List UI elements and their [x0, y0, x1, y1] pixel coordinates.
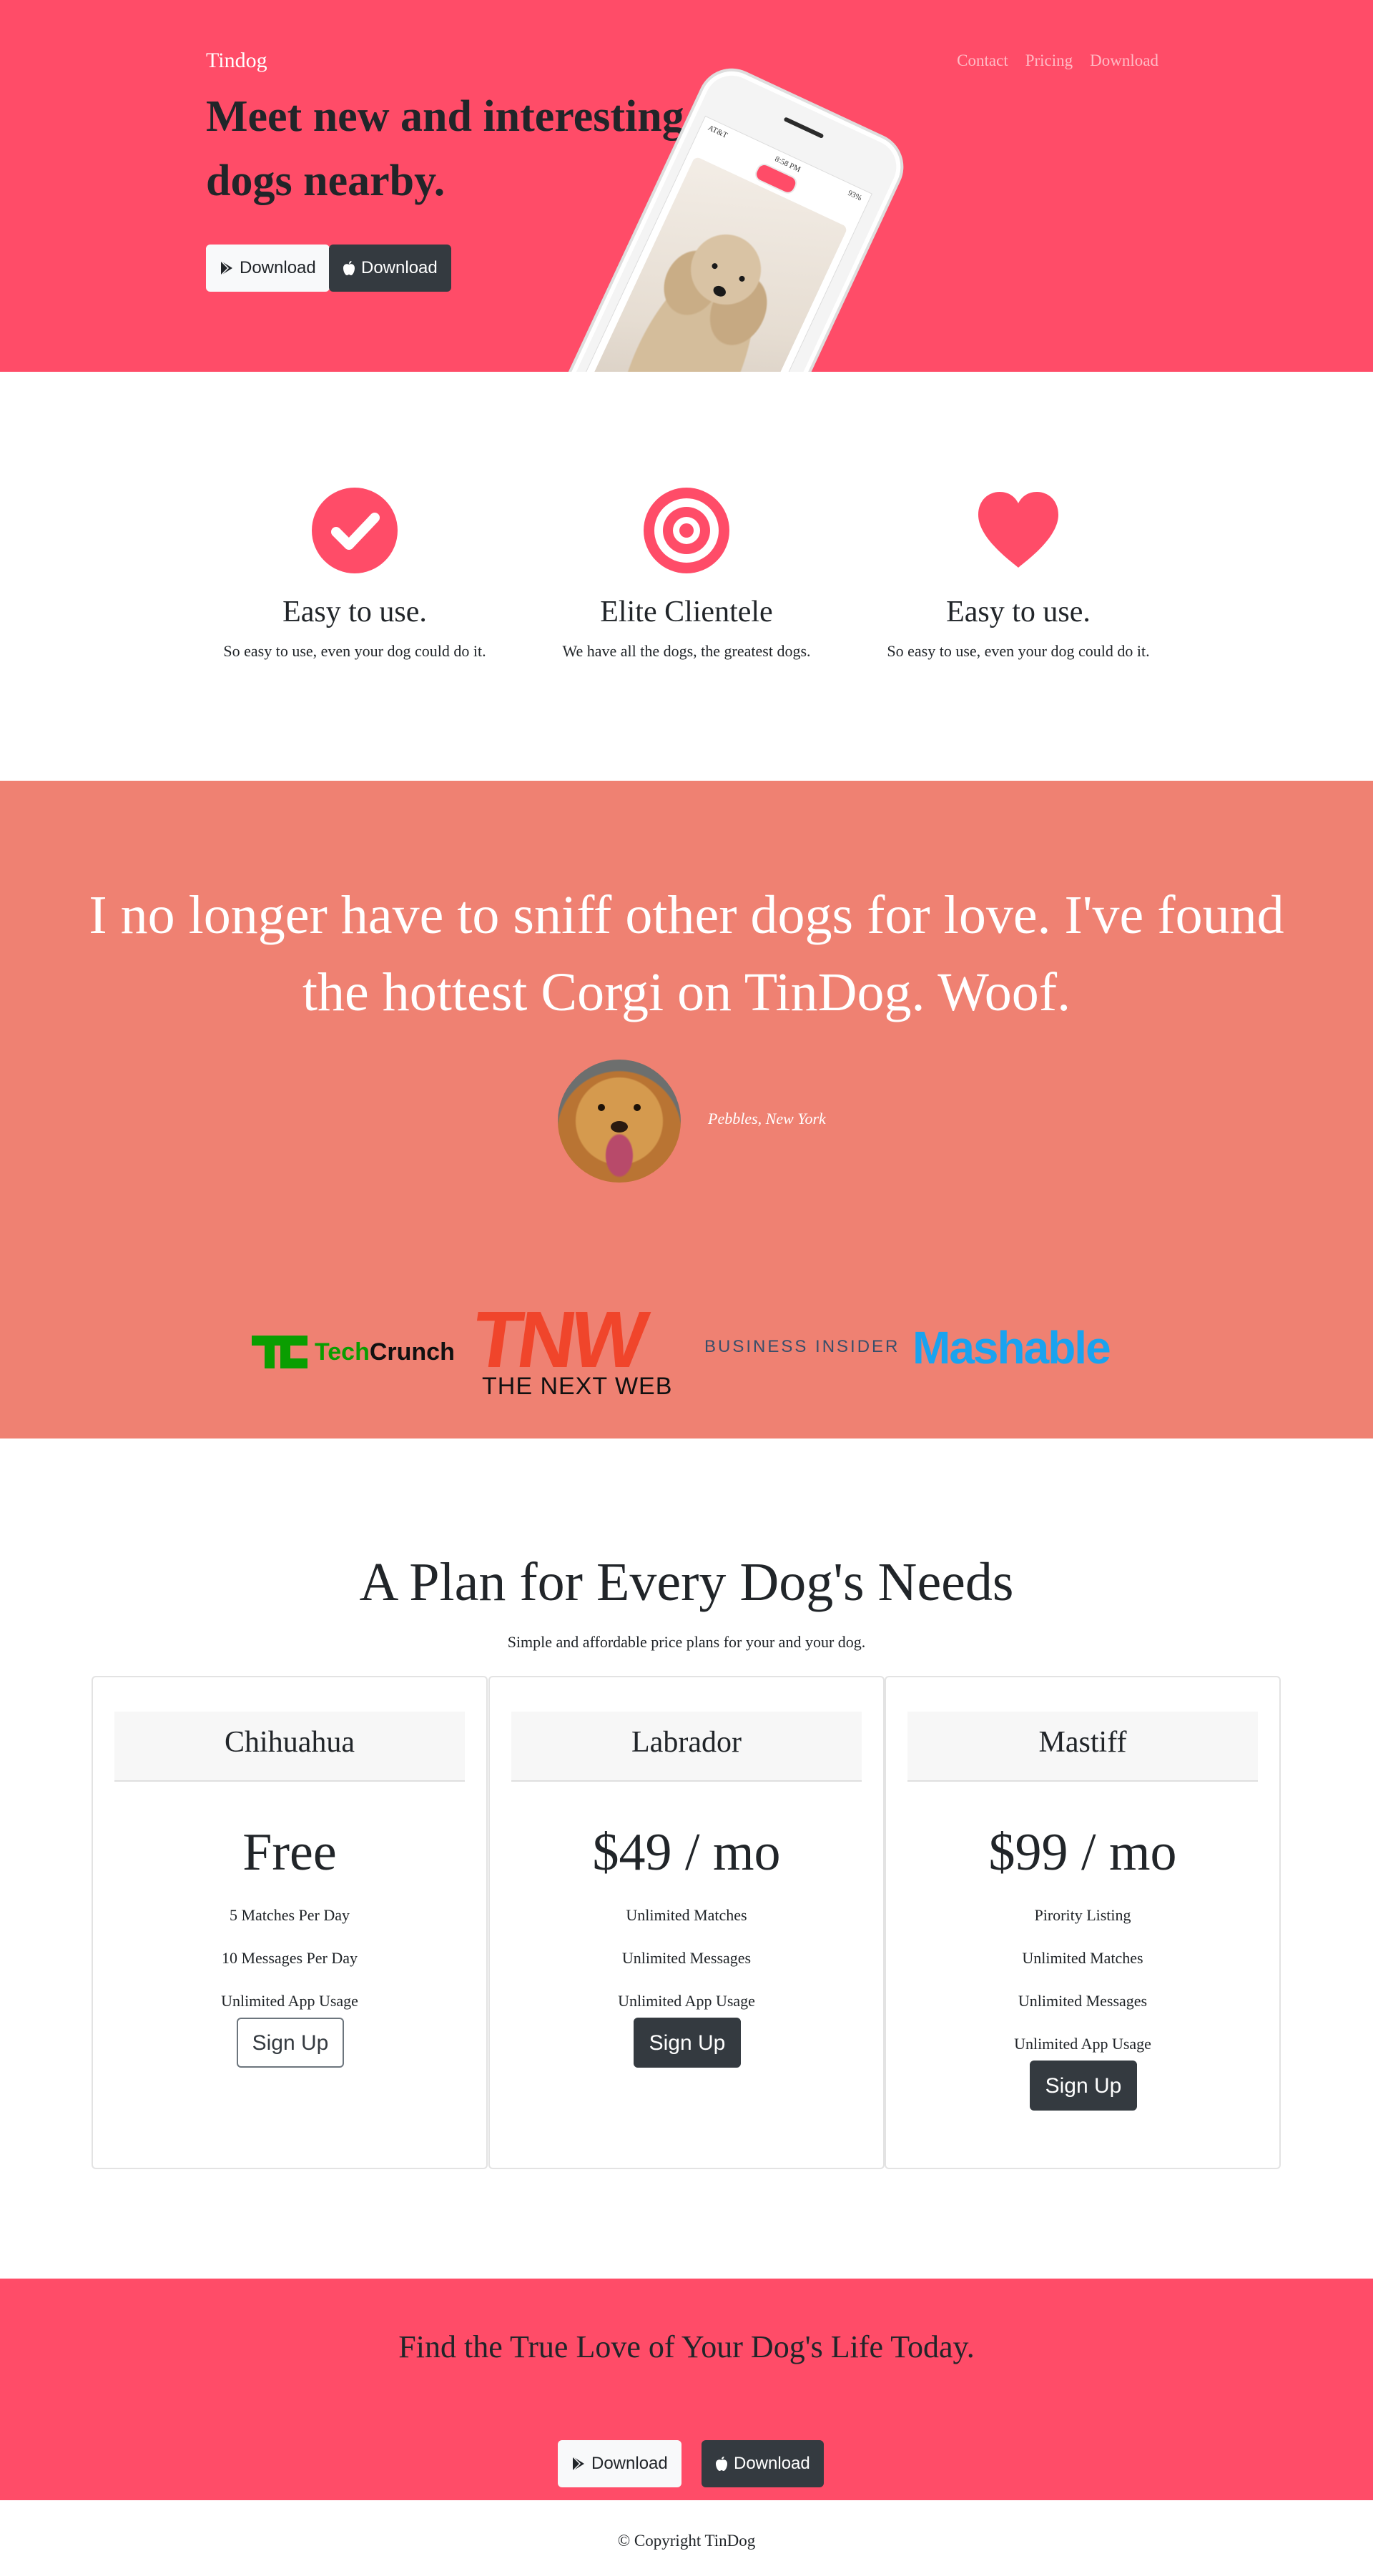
hero-section: Tindog Contact Pricing Download Meet new… — [0, 0, 1373, 372]
mashable-text: Mashable — [912, 1322, 1111, 1373]
plan-feature: Unlimited Matches — [626, 1906, 747, 1924]
cta-section: Find the True Love of Your Dog's Life To… — [0, 2279, 1373, 2500]
tnw-logo: TNW THE NEXT WEB — [467, 1295, 672, 1401]
pricing-card-chihuahua: Chihuahua Free 5 Matches Per Day 10 Mess… — [92, 1676, 488, 2169]
tnw-mark: TNW — [467, 1295, 649, 1384]
cta-heading: Find the True Love of Your Dog's Life To… — [398, 2329, 975, 2364]
business-insider-text: BUSINESS INSIDER — [704, 1337, 900, 1356]
feature-title: Easy to use. — [946, 596, 1091, 628]
testimonials-section: I no longer have to sniff other dogs for… — [0, 781, 1373, 1438]
feature-text: We have all the dogs, the greatest dogs. — [562, 642, 811, 660]
google-play-icon — [572, 2456, 584, 2472]
plan-price: $49 / mo — [592, 1823, 781, 1882]
copyright-text: © Copyright TinDog — [617, 2532, 756, 2550]
plan-feature: Unlimited Messages — [1018, 1992, 1148, 2010]
mastiff-sign-up-button[interactable]: Sign Up — [1030, 2061, 1137, 2111]
pricing-section: A Plan for Every Dog's Needs Simple and … — [0, 1438, 1373, 2279]
avatar-eye-left — [598, 1104, 605, 1111]
avatar-nose — [611, 1121, 628, 1132]
top-nav: Contact Pricing Download — [957, 51, 1158, 70]
dog-nose — [712, 284, 728, 299]
plan-price: Free — [242, 1823, 337, 1882]
plan-name: Labrador — [511, 1712, 862, 1782]
techcrunch-suffix: Crunch — [369, 1338, 455, 1366]
google-play-icon — [220, 260, 232, 276]
google-play-download-label: Download — [240, 258, 316, 277]
cta-google-play-download-button[interactable]: Download — [558, 2440, 681, 2487]
plan-features: 5 Matches Per Day 10 Messages Per Day Un… — [93, 1905, 486, 2033]
plan-name: Mastiff — [907, 1712, 1258, 1782]
nav-pricing[interactable]: Pricing — [1025, 51, 1073, 70]
mashable-logo: Mashable — [912, 1321, 1111, 1374]
testimonial-quote: I no longer have to sniff other dogs for… — [89, 885, 1284, 1022]
app-store-download-label: Download — [361, 258, 438, 277]
phone-carrier: AT&T — [707, 123, 729, 140]
pricing-card-mastiff: Mastiff $99 / mo Pirority Listing Unlimi… — [885, 1676, 1281, 2169]
google-play-download-button[interactable]: Download — [206, 245, 330, 292]
feature-text: So easy to use, even your dog could do i… — [887, 642, 1150, 660]
feature-title: Elite Clientele — [600, 596, 773, 628]
techcrunch-mark-icon — [252, 1336, 307, 1368]
feature-text: So easy to use, even your dog could do i… — [223, 642, 486, 660]
techcrunch-logo: Tech Crunch — [252, 1336, 455, 1368]
plan-feature: Pirority Listing — [1034, 1906, 1131, 1924]
cta-google-play-download-label: Download — [591, 2454, 668, 2473]
plan-features: Pirority Listing Unlimited Matches Unlim… — [886, 1905, 1279, 2076]
labrador-sign-up-button[interactable]: Sign Up — [634, 2018, 741, 2068]
dog-avatar-image — [558, 1060, 681, 1183]
chihuahua-sign-up-button[interactable]: Sign Up — [237, 2018, 344, 2068]
nav-contact[interactable]: Contact — [957, 51, 1008, 70]
phone-battery: 93% — [846, 189, 864, 203]
app-store-download-button[interactable]: Download — [329, 245, 451, 292]
cta-app-store-download-button[interactable]: Download — [702, 2440, 824, 2487]
features-section: Easy to use. So easy to use, even your d… — [0, 372, 1373, 781]
check-circle-icon — [312, 488, 398, 573]
apple-icon — [343, 261, 355, 275]
plan-feature: Unlimited Messages — [621, 1949, 752, 1967]
avatar-eye-right — [634, 1104, 641, 1111]
plan-feature: 10 Messages Per Day — [221, 1949, 358, 1967]
hero-heading: Meet new and interesting dogs nearby. — [206, 92, 684, 205]
nav-download[interactable]: Download — [1090, 51, 1158, 70]
business-insider-logo: BUSINESS INSIDER — [704, 1337, 900, 1357]
pricing-title: A Plan for Every Dog's Needs — [359, 1552, 1014, 1612]
phone-speaker — [783, 117, 825, 139]
plan-name: Chihuahua — [114, 1712, 465, 1782]
plan-feature: Unlimited Matches — [1022, 1949, 1143, 1967]
bullseye-icon — [644, 488, 729, 573]
dog-eye-left — [711, 262, 719, 270]
heart-icon — [978, 492, 1058, 568]
plan-features: Unlimited Matches Unlimited Messages Unl… — [490, 1905, 883, 2033]
testimonial-caption: Pebbles, New York — [708, 1110, 826, 1127]
plan-feature: 5 Matches Per Day — [229, 1906, 350, 1924]
cta-app-store-download-label: Download — [734, 2454, 810, 2473]
footer: © Copyright TinDog — [0, 2500, 1373, 2576]
techcrunch-prefix: Tech — [315, 1338, 370, 1366]
pricing-subtitle: Simple and affordable price plans for yo… — [507, 1633, 866, 1651]
feature-title: Easy to use. — [282, 596, 427, 628]
dog-eye-right — [738, 275, 746, 283]
pricing-card-labrador: Labrador $49 / mo Unlimited Matches Unli… — [488, 1676, 885, 2169]
brand-logo[interactable]: Tindog — [206, 49, 267, 73]
plan-price: $99 / mo — [988, 1823, 1177, 1882]
apple-icon — [716, 2457, 727, 2471]
